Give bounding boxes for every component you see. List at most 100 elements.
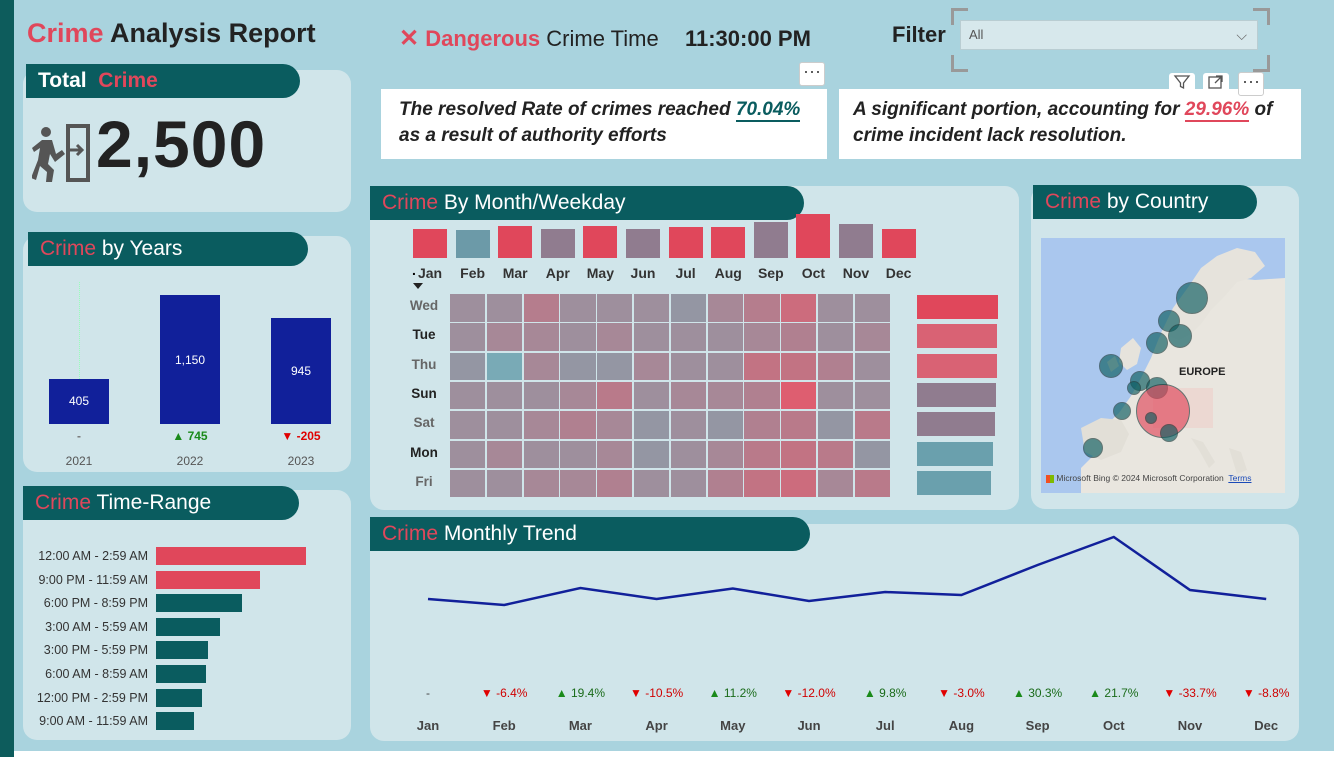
- weekday-label: Wed: [409, 298, 439, 313]
- heatmap-cell: [670, 440, 707, 468]
- note-text: as a result of authority efforts: [399, 125, 667, 146]
- europe-map[interactable]: EUROPE Microsoft Bing © 2024 Microsoft C…: [1041, 238, 1285, 493]
- country-bubble[interactable]: [1168, 323, 1193, 348]
- country-bubble[interactable]: [1176, 282, 1209, 314]
- country-bubble[interactable]: [1113, 401, 1132, 420]
- monthly-change-label: ▲ 11.2%: [708, 686, 757, 700]
- title-rest: Analysis Report: [103, 18, 316, 48]
- time-range-bar: [156, 641, 209, 660]
- time-range-label: 3:00 PM - 5:59 PM: [43, 643, 148, 658]
- month-total-bar: [711, 227, 746, 258]
- month-axis-label: Nov: [1177, 718, 1203, 733]
- month-label: Feb: [460, 265, 486, 281]
- month-total-bar: [796, 214, 831, 258]
- month-label: Jul: [675, 265, 696, 281]
- heatmap-cell: [707, 352, 743, 381]
- heatmap-cell: [486, 323, 523, 351]
- heatmap-cell: [854, 411, 891, 439]
- monthly-change-label: ▲ 19.4%: [555, 686, 606, 700]
- heatmap-cell: [744, 440, 780, 468]
- heatmap-cell: [781, 411, 817, 439]
- left-frame: [0, 0, 14, 757]
- heatmap-cell: [818, 381, 854, 410]
- heatmap-cell: [450, 381, 486, 410]
- heatmap-cell: [854, 469, 891, 498]
- heatmap-cell: [523, 440, 559, 468]
- heatmap-cell: [450, 294, 486, 322]
- month-weekday-header: Crime By Month/Weekday: [370, 186, 804, 220]
- heatmap-cell: [854, 294, 891, 322]
- weekday-total-bar: [917, 353, 997, 378]
- year-value-label: 1,150: [174, 352, 206, 367]
- year-axis-label: 2021: [65, 454, 93, 468]
- country-bubble[interactable]: [1159, 424, 1178, 442]
- header-accent: Crime: [35, 491, 91, 514]
- time-range-label: 3:00 AM - 5:59 AM: [45, 619, 148, 634]
- map-credit-brand: Microsoft Bing: [1056, 473, 1111, 483]
- more-options-button[interactable]: ···: [799, 62, 825, 86]
- month-axis-label: Dec: [1254, 718, 1279, 733]
- dangerous-time: ✕ Dangerous Crime Time 11:30:00 PM: [399, 24, 811, 53]
- heatmap-cell: [523, 381, 559, 410]
- time-range-label: 9:00 AM - 11:59 AM: [39, 714, 148, 729]
- country-bubble[interactable]: [1126, 381, 1141, 395]
- month-total-bar: [881, 229, 916, 258]
- time-range-label: 6:00 AM - 8:59 AM: [45, 667, 148, 681]
- heatmap-cell: [781, 294, 817, 322]
- heatmap-cell: [818, 469, 854, 498]
- sort-arrow-icon[interactable]: [413, 283, 423, 289]
- heatmap-cell: [854, 352, 891, 381]
- year-delta-label: ▲ 745: [172, 429, 208, 443]
- heatmap-cell: [560, 469, 596, 498]
- time-range-bar: [156, 594, 242, 613]
- time-range-bar: [156, 547, 306, 565]
- heatmap-cell: [670, 323, 707, 351]
- heatmap-cell: [854, 440, 891, 468]
- heatmap-cell: [486, 440, 523, 468]
- time-range-label: 12:00 PM - 2:59 PM: [36, 690, 148, 705]
- weekday-label: Sun: [411, 385, 437, 401]
- weekday-label: Tue: [412, 327, 436, 343]
- month-label: Jun: [630, 265, 656, 281]
- year-value-label: 405: [68, 394, 90, 409]
- total-label: Total: [38, 69, 87, 92]
- month-axis-label: Oct: [1102, 718, 1125, 733]
- heatmap-cell: [670, 469, 707, 498]
- monthly-change-label: ▼ -10.5%: [629, 686, 684, 700]
- heatmap-cell: [634, 381, 670, 410]
- resolved-rate-value: 70.04%: [735, 99, 801, 122]
- year-delta-label: ▼ -205: [281, 429, 321, 443]
- time-range-label: 9:00 PM - 11:59 AM: [38, 572, 148, 587]
- month-label: Aug: [714, 265, 742, 281]
- weekday-label: Thu: [411, 356, 437, 372]
- heatmap-cell: [560, 294, 596, 322]
- weekday-label: Fri: [415, 473, 433, 489]
- heatmap-cell: [744, 294, 780, 322]
- country-bubble[interactable]: [1098, 353, 1123, 378]
- heatmap-cell: [523, 352, 559, 381]
- heatmap-cell: [597, 440, 633, 468]
- heatmap-cell: [670, 411, 707, 439]
- chevron-down-icon[interactable]: ⌵: [1236, 21, 1247, 49]
- month-label: Nov: [842, 265, 870, 281]
- monthly-change-label: ▼ -33.7%: [1163, 686, 1217, 700]
- filter-icon[interactable]: [1169, 73, 1195, 97]
- heatmap-cell: [744, 323, 780, 351]
- filter-label: Filter: [892, 22, 946, 47]
- header-accent: Crime: [382, 191, 438, 214]
- gridline: [79, 282, 80, 379]
- weekday-total-bar: [917, 441, 993, 466]
- more-options-button[interactable]: ···: [1238, 72, 1264, 96]
- heatmap-cell: [707, 411, 743, 439]
- right-frame: [1334, 0, 1344, 757]
- month-axis-label: Jan: [416, 718, 440, 733]
- heatmap-cell: [634, 411, 670, 439]
- map-terms-link[interactable]: Terms: [1228, 473, 1251, 483]
- weekday-label: Mon: [410, 444, 438, 460]
- resolved-rate-note: The resolved Rate of crimes reached 70.0…: [381, 89, 827, 159]
- filter-dropdown[interactable]: All ⌵: [960, 20, 1258, 50]
- focus-mode-icon[interactable]: [1203, 73, 1229, 97]
- page-title: Crime Analysis Report: [27, 18, 316, 49]
- monthly-change-label: ▲ 21.7%: [1089, 686, 1139, 700]
- heatmap-cell: [486, 411, 523, 439]
